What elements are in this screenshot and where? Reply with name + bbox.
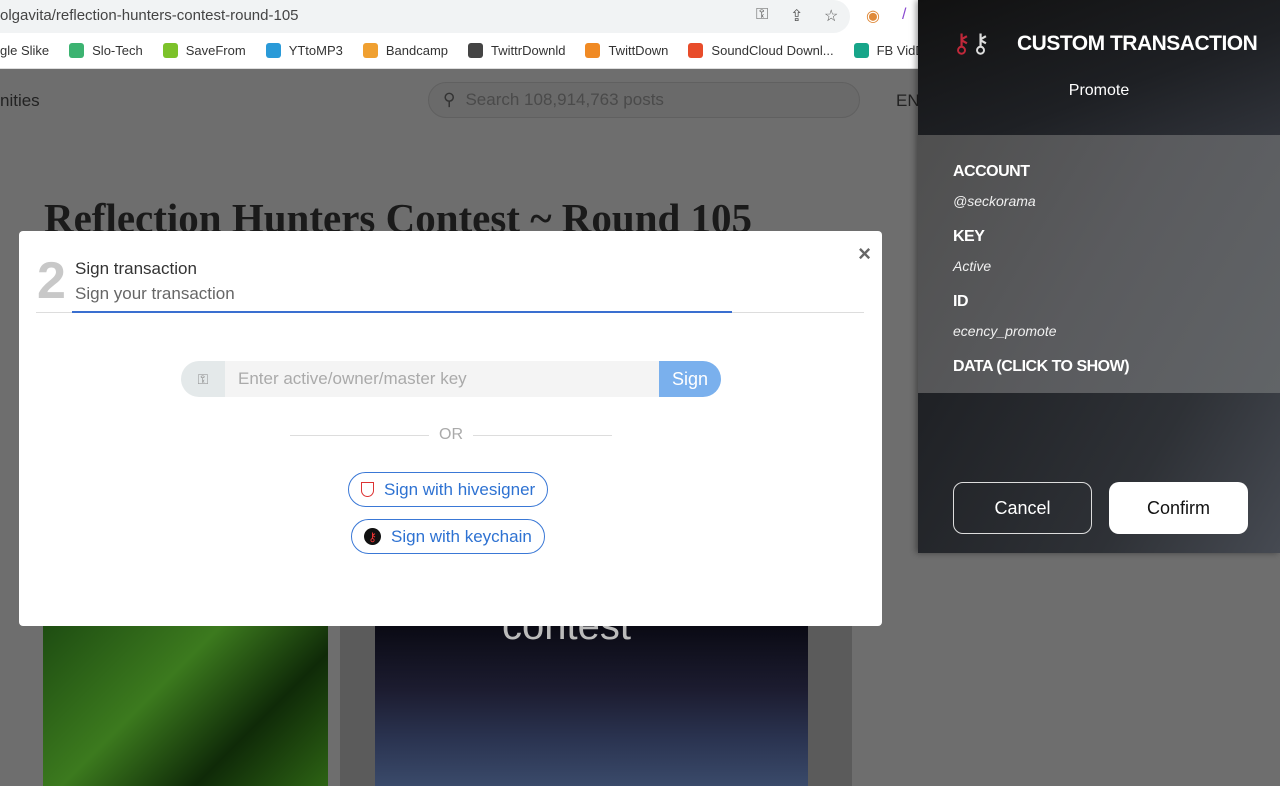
bookmark-item[interactable]: Slo-Tech <box>69 43 143 58</box>
key-icon[interactable]: ⚿ <box>756 6 768 24</box>
cloud-download-icon <box>265 43 281 58</box>
bookmark-label: FB VidD <box>876 43 918 58</box>
modal-title: Sign transaction <box>75 259 197 278</box>
download-box-icon <box>585 43 601 58</box>
bookmark-label: SoundCloud Downl... <box>711 43 834 58</box>
key-icon: ⚿ <box>181 361 225 397</box>
bookmark-label: SaveFrom <box>185 43 246 58</box>
hivesigner-shield-icon <box>361 482 374 497</box>
sign-with-hivesigner-button[interactable]: Sign with hivesigner <box>348 472 549 507</box>
id-label: ID <box>953 293 969 310</box>
language-selector[interactable]: EN <box>896 91 920 111</box>
download-tray-icon <box>688 43 704 58</box>
star-icon[interactable]: ☆ <box>824 6 838 26</box>
globe-icon <box>468 43 484 58</box>
progress-underline <box>72 311 732 313</box>
bookmark-item[interactable]: FB VidD <box>853 43 918 58</box>
post-image-plants <box>43 626 328 786</box>
bookmark-item[interactable]: SoundCloud Downl... <box>688 43 834 58</box>
url-text[interactable]: olgavita/reflection-hunters-contest-roun… <box>0 7 299 24</box>
extension-icon[interactable]: ◉ <box>866 6 880 26</box>
sign-transaction-modal: × 2 Sign transaction Sign your transacti… <box>19 231 882 626</box>
account-label: ACCOUNT <box>953 163 1030 180</box>
step-number: 2 <box>37 252 66 310</box>
keychain-logo-icon: ⚷⚷ <box>952 28 991 58</box>
bookmark-label: Bandcamp <box>385 43 449 58</box>
popup-subtitle: Promote <box>1068 82 1130 99</box>
pen-icon[interactable]: / <box>902 6 906 24</box>
account-value: @seckorama <box>953 193 1036 209</box>
keychain-popup: ⚷⚷ CUSTOM TRANSACTION Promote ACCOUNT @s… <box>918 0 1280 553</box>
confirm-button[interactable]: Confirm <box>1109 482 1248 534</box>
search-icon: ⚲ <box>443 90 456 109</box>
nav-communities[interactable]: nities <box>0 91 40 111</box>
key-input[interactable] <box>225 361 659 397</box>
facebook-icon <box>853 43 869 58</box>
search-placeholder: Search 108,914,763 posts <box>465 90 664 109</box>
close-icon[interactable]: × <box>858 241 871 267</box>
key-input-group: ⚿ Sign <box>181 361 721 397</box>
bookmark-label: TwittrDownld <box>491 43 566 58</box>
monitor-icon <box>69 43 85 58</box>
bookmark-label: Slo-Tech <box>92 43 143 58</box>
cancel-button[interactable]: Cancel <box>953 482 1092 534</box>
bookmark-label: YTtoMP3 <box>288 43 343 58</box>
bookmark-item[interactable]: TwittrDownld <box>468 43 565 58</box>
bookmark-item[interactable]: TwittDown <box>585 43 668 58</box>
bookmark-label: gle Slike <box>0 43 50 58</box>
sign-with-keychain-button[interactable]: ⚷ Sign with keychain <box>351 519 545 554</box>
post-image-mall: contest <box>340 604 852 786</box>
bookmark-item[interactable]: YTtoMP3 <box>265 43 343 58</box>
id-value: ecency_promote <box>953 323 1057 339</box>
share-icon[interactable]: ⇪ <box>790 6 803 26</box>
keychain-icon: ⚷ <box>364 528 381 545</box>
keychain-label: Sign with keychain <box>391 526 532 546</box>
key-value: Active <box>953 258 992 274</box>
popup-title: CUSTOM TRANSACTION <box>1017 32 1258 55</box>
bookmarks-bar: gle Slike Slo-Tech SaveFrom YTtoMP3 Bandcamp… <box>0 33 918 69</box>
hivesigner-label: Sign with hivesigner <box>384 479 536 499</box>
search-input[interactable]: ⚲ Search 108,914,763 posts <box>428 82 860 118</box>
bookmark-label: TwittDown <box>608 43 669 58</box>
bookmark-item[interactable]: Bandcamp <box>362 43 449 58</box>
data-toggle[interactable]: DATA (CLICK TO SHOW) <box>953 358 1130 376</box>
address-bar[interactable]: olgavita/reflection-hunters-contest-roun… <box>0 0 918 33</box>
download-circle-icon <box>362 43 378 58</box>
modal-subtitle: Sign your transaction <box>75 284 235 303</box>
download-arrow-icon <box>162 43 178 58</box>
bookmark-item[interactable]: SaveFrom <box>162 43 246 58</box>
bookmark-item[interactable]: gle Slike <box>0 43 49 58</box>
or-label: OR <box>439 426 463 443</box>
or-separator: OR <box>290 426 612 444</box>
sign-button[interactable]: Sign <box>659 361 721 397</box>
key-label: KEY <box>953 228 985 245</box>
